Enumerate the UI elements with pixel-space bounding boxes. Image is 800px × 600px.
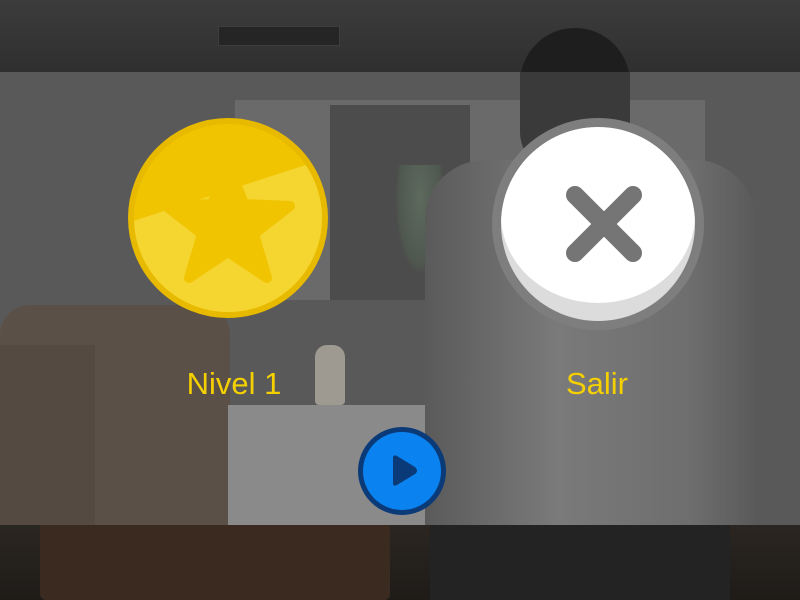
- ceiling: [0, 0, 800, 72]
- level-1-label: Nivel 1: [186, 366, 282, 401]
- exit-button-face: [501, 127, 695, 321]
- game-scene-background: Nivel 1 Salir: [0, 0, 800, 600]
- level-1-button[interactable]: [128, 118, 328, 318]
- sofa-bottom: [40, 520, 390, 600]
- play-icon: [393, 455, 417, 486]
- close-icon: [566, 186, 642, 262]
- sofa-arm: [0, 345, 95, 525]
- play-button[interactable]: [358, 427, 446, 515]
- ceiling-light: [218, 26, 340, 46]
- exit-label: Salir: [565, 366, 628, 401]
- exit-button[interactable]: [492, 118, 704, 330]
- star-icon: [161, 157, 295, 283]
- play-button-face: [363, 432, 441, 510]
- character-legs: [430, 520, 730, 600]
